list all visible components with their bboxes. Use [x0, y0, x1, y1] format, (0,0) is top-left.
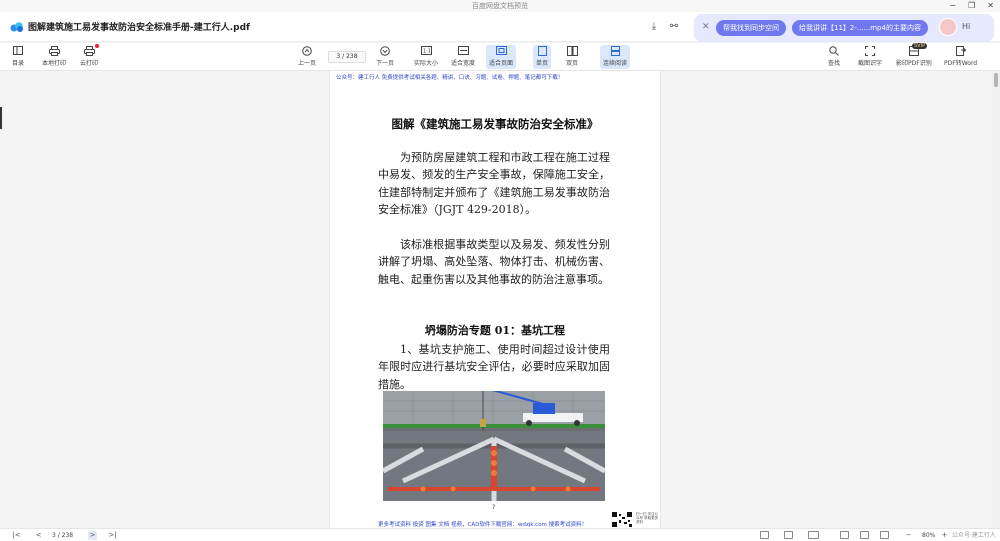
- cloud-print-icon: [83, 45, 95, 56]
- next-page-small-button[interactable]: >: [88, 531, 97, 540]
- ai-suggestion-chip-2[interactable]: 给我讲讲【11】2-......mp4的主要内容: [792, 20, 928, 36]
- assistant-avatar-icon[interactable]: [939, 18, 957, 36]
- actual-size-view-icon[interactable]: [880, 531, 889, 539]
- status-page-indicator[interactable]: 3 / 238: [52, 530, 73, 541]
- download-icon[interactable]: ⤓: [648, 21, 660, 33]
- window-title: 百度网盘文档预览: [472, 2, 528, 10]
- catalog-button[interactable]: 目录: [12, 45, 24, 69]
- paragraph-overview: 该标准根据事故类型以及易发、频发性分别讲解了坍塌、高处坠落、物体打击、机械伤害、…: [378, 238, 610, 286]
- single-page-view-icon[interactable]: [760, 531, 769, 539]
- zoom-level[interactable]: 80%: [922, 530, 935, 541]
- status-bar: |< < 3 / 238 > >| − 80% + 公众号·建工行人: [0, 528, 1000, 541]
- share-icon[interactable]: ⚯: [668, 21, 680, 33]
- continuous-reading-icon: [609, 45, 621, 56]
- last-page-button[interactable]: >|: [108, 531, 117, 540]
- close-window-button[interactable]: ✕: [987, 0, 994, 12]
- first-page-button[interactable]: |<: [12, 531, 21, 540]
- search-icon: [828, 45, 840, 56]
- pdf-page: 公众号：建工行人 免费提供考试相关各题、精讲、口诀、习题、试卷、押题、笔记都可下…: [330, 71, 660, 528]
- fit-width-button[interactable]: 适合宽度: [451, 45, 475, 69]
- continuous-view-icon[interactable]: [784, 531, 793, 539]
- page-header-text: 公众号：建工行人 免费提供考试相关各题、精讲、口诀、习题、试卷、押题、笔记都可下…: [336, 75, 564, 81]
- ai-suggestion-chip-1[interactable]: 帮我找到同步空间: [716, 20, 786, 36]
- fit-page-view-icon[interactable]: [860, 531, 869, 539]
- ai-greeting[interactable]: Hi: [962, 22, 970, 31]
- text-caret: [0, 107, 2, 129]
- double-page-label: 双页: [566, 60, 579, 67]
- baidu-netdisk-logo: [10, 22, 23, 32]
- printer-icon: [48, 45, 60, 56]
- document-header: 图解建筑施工易发事故防治安全标准手册-建工行人.pdf ⤓ ⚯ ✕ 帮我找到同步…: [0, 12, 1000, 42]
- document-title: 图解《建筑施工易发事故防治安全标准》: [391, 117, 599, 131]
- pdf-to-word-icon: [955, 45, 967, 56]
- double-page-button[interactable]: 双页: [566, 45, 578, 69]
- next-page-label: 下一页: [376, 60, 395, 67]
- page-total: / 238: [342, 53, 358, 60]
- watermark-text: 公众号·建工行人: [952, 532, 996, 539]
- fit-width-view-icon[interactable]: [840, 531, 849, 539]
- fit-width-label: 适合宽度: [451, 60, 476, 67]
- ai-assistant-panel: ✕ 帮我找到同步空间 给我讲讲【11】2-......mp4的主要内容 Hi: [694, 14, 994, 42]
- vertical-scrollbar[interactable]: [992, 71, 1000, 528]
- qr-caption: 扫一扫 关注公众号 获取更多资料: [636, 512, 659, 524]
- viewer-toolbar: 目录 本地打印 云打印 上一页 3 / 238 下一页 1:1 实际大小 适合宽…: [0, 43, 1000, 71]
- pdf-to-word-button[interactable]: PDF转Word: [944, 45, 977, 69]
- section-title: 坍塌防治专题 01：基坑工程: [424, 324, 566, 337]
- pdf-to-word-label: PDF转Word: [944, 60, 978, 67]
- page-current: 3: [336, 53, 341, 60]
- ocr-icon: [864, 45, 876, 56]
- search-label: 查找: [828, 60, 841, 67]
- fit-page-icon: [495, 45, 507, 56]
- page-number-input[interactable]: 3 / 238: [328, 51, 366, 63]
- minimize-button[interactable]: −: [949, 0, 956, 12]
- svip-badge: SVIP: [912, 43, 928, 49]
- actual-size-button[interactable]: 1:1 实际大小: [414, 45, 438, 69]
- scrollbar-thumb[interactable]: [994, 73, 998, 87]
- document-viewport[interactable]: 公众号：建工行人 免费提供考试相关各题、精讲、口诀、习题、试卷、押题、笔记都可下…: [0, 71, 992, 528]
- fit-width-icon: [457, 45, 469, 56]
- zoom-out-button[interactable]: −: [904, 531, 913, 540]
- catalog-label: 目录: [12, 60, 25, 67]
- single-page-label: 单页: [536, 60, 549, 67]
- catalog-icon: [12, 45, 24, 56]
- cloud-print-label: 云打印: [80, 60, 99, 67]
- close-icon[interactable]: ✕: [702, 22, 710, 32]
- pdf-viewer-window: 百度网盘文档预览 − ❐ ✕ 图解建筑施工易发事故防治安全标准手册-建工行人.p…: [0, 0, 1000, 541]
- local-print-button[interactable]: 本地打印: [42, 45, 66, 69]
- notification-dot: [95, 44, 99, 48]
- prev-page-button[interactable]: 上一页: [298, 45, 316, 69]
- continuous-reading-label: 连续阅读: [603, 60, 628, 67]
- continuous-reading-button[interactable]: 连续阅读: [600, 45, 631, 69]
- next-page-button[interactable]: 下一页: [376, 45, 394, 69]
- fit-page-label: 适合页面: [489, 60, 514, 67]
- prev-page-small-button[interactable]: <: [34, 531, 43, 540]
- ocr-label: 截图识字: [858, 60, 883, 67]
- double-page-view-icon[interactable]: [808, 531, 819, 539]
- window-titlebar: 百度网盘文档预览 − ❐ ✕: [0, 0, 1000, 12]
- zoom-in-button[interactable]: +: [940, 531, 949, 540]
- double-page-icon: [566, 45, 578, 56]
- page-footer-text: 更多考试资料 投资 图集 文档 视频，CAD软件下载官网：wdzjk.com 搜…: [378, 522, 588, 528]
- single-page-icon: [536, 45, 548, 56]
- paragraph-intro: 为预防房屋建筑工程和市政工程在施工过程中易发、频发的生产安全事故，保障施工安全，…: [378, 151, 610, 217]
- fit-page-button[interactable]: 适合页面: [486, 45, 517, 69]
- foundation-pit-illustration: [383, 391, 605, 501]
- single-page-button[interactable]: 单页: [533, 45, 552, 69]
- actual-size-label: 实际大小: [414, 60, 439, 67]
- maximize-button[interactable]: ❐: [968, 0, 975, 12]
- scan-pdf-label: 影印PDF识别: [896, 60, 932, 67]
- cloud-print-button[interactable]: 云打印: [80, 45, 98, 69]
- prev-page-label: 上一页: [298, 60, 317, 67]
- arrow-up-circle-icon: [301, 45, 313, 56]
- paragraph-item-1: 1、基坑支护施工、使用时间超过设计使用年限时应进行基坑安全评估，必要时应采取加固…: [378, 343, 610, 391]
- local-print-label: 本地打印: [42, 60, 67, 67]
- qr-code-icon: [611, 511, 633, 528]
- file-name: 图解建筑施工易发事故防治安全标准手册-建工行人.pdf: [28, 23, 250, 33]
- image-caption: ?: [492, 504, 496, 511]
- search-button[interactable]: 查找: [828, 45, 840, 69]
- svg-text:1:1: 1:1: [423, 49, 431, 55]
- actual-size-icon: 1:1: [420, 45, 432, 56]
- arrow-down-circle-icon: [379, 45, 391, 56]
- ocr-button[interactable]: 截图识字: [858, 45, 882, 69]
